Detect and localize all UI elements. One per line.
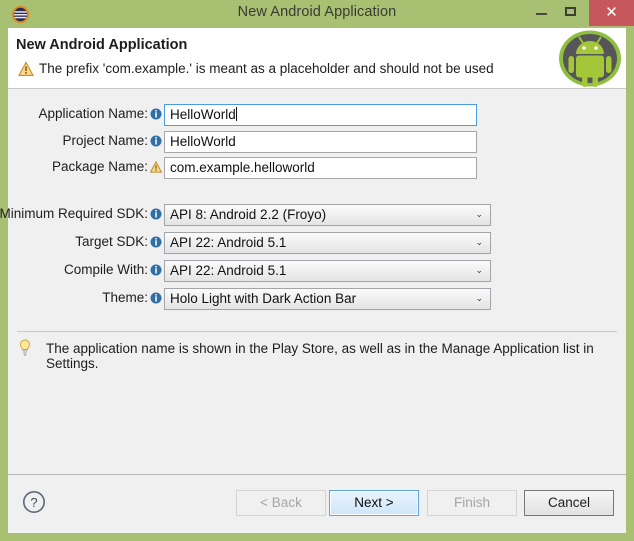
- minimum-required-sdk-value: API 8: Android 2.2 (Froyo): [170, 207, 326, 222]
- dialog-header: New Android Application The prefix 'com.…: [8, 28, 626, 89]
- minimize-button[interactable]: [527, 0, 556, 26]
- finish-button[interactable]: Finish: [427, 490, 517, 516]
- package-name-value: com.example.helloworld: [170, 160, 315, 175]
- android-robot-icon: [557, 29, 623, 88]
- field-row-package-name: Package Name:: [8, 157, 164, 179]
- tip-text: The application name is shown in the Pla…: [46, 341, 626, 371]
- info-icon[interactable]: [150, 236, 162, 248]
- field-label: Target SDK:: [75, 234, 148, 249]
- warning-icon: [18, 61, 34, 77]
- chevron-down-icon: ⌄: [475, 289, 483, 309]
- application-name-input[interactable]: HelloWorld: [164, 104, 477, 126]
- warning-icon[interactable]: [150, 161, 162, 173]
- back-button[interactable]: < Back: [236, 490, 326, 516]
- minimum-required-sdk-dropdown[interactable]: API 8: Android 2.2 (Froyo) ⌄: [164, 204, 491, 226]
- dialog-window: New Android Application ✕ New Android Ap…: [0, 0, 634, 541]
- close-icon: ✕: [589, 0, 634, 26]
- project-name-value: HelloWorld: [170, 134, 236, 149]
- field-label: Project Name:: [62, 133, 148, 148]
- field-row-compile-with: Compile With:: [8, 260, 164, 282]
- maximize-button[interactable]: [557, 0, 586, 26]
- field-label: Theme:: [102, 290, 148, 305]
- theme-dropdown[interactable]: Holo Light with Dark Action Bar ⌄: [164, 288, 491, 310]
- chevron-down-icon: ⌄: [475, 205, 483, 225]
- theme-value: Holo Light with Dark Action Bar: [170, 291, 356, 306]
- field-label: Minimum Required SDK:: [0, 206, 148, 221]
- package-name-input[interactable]: com.example.helloworld: [164, 157, 477, 179]
- field-row-application-name: Application Name:: [8, 104, 164, 126]
- info-icon[interactable]: [150, 264, 162, 276]
- info-icon[interactable]: [150, 292, 162, 304]
- field-row-project-name: Project Name:: [8, 131, 164, 153]
- title-bar[interactable]: New Android Application ✕: [0, 0, 634, 28]
- close-button[interactable]: ✕: [589, 0, 634, 26]
- field-row-minimum-required-sdk: Minimum Required SDK:: [8, 204, 164, 226]
- header-warning-message: The prefix 'com.example.' is meant as a …: [39, 61, 494, 76]
- cancel-button[interactable]: Cancel: [524, 490, 614, 516]
- dialog-client-area: New Android Application The prefix 'com.…: [8, 28, 626, 533]
- target-sdk-dropdown[interactable]: API 22: Android 5.1 ⌄: [164, 232, 491, 254]
- lightbulb-icon: [18, 339, 32, 356]
- field-row-theme: Theme:: [8, 288, 164, 310]
- help-circle-icon[interactable]: ?: [22, 490, 46, 514]
- info-icon[interactable]: [150, 208, 162, 220]
- svg-text:?: ?: [30, 495, 37, 510]
- field-label: Application Name:: [38, 106, 148, 121]
- field-label: Package Name:: [52, 159, 148, 174]
- target-sdk-value: API 22: Android 5.1: [170, 235, 286, 250]
- page-title: New Android Application: [16, 37, 187, 53]
- project-name-input[interactable]: HelloWorld: [164, 131, 477, 153]
- info-icon[interactable]: [150, 135, 162, 147]
- field-label: Compile With:: [64, 262, 148, 277]
- divider: [17, 331, 617, 332]
- compile-with-value: API 22: Android 5.1: [170, 263, 286, 278]
- application-name-value: HelloWorld: [170, 107, 236, 122]
- next-button[interactable]: Next >: [329, 490, 419, 516]
- compile-with-dropdown[interactable]: API 22: Android 5.1 ⌄: [164, 260, 491, 282]
- divider: [8, 474, 626, 475]
- field-row-target-sdk: Target SDK:: [8, 232, 164, 254]
- info-icon[interactable]: [150, 108, 162, 120]
- chevron-down-icon: ⌄: [475, 233, 483, 253]
- chevron-down-icon: ⌄: [475, 261, 483, 281]
- text-caret: [236, 107, 237, 121]
